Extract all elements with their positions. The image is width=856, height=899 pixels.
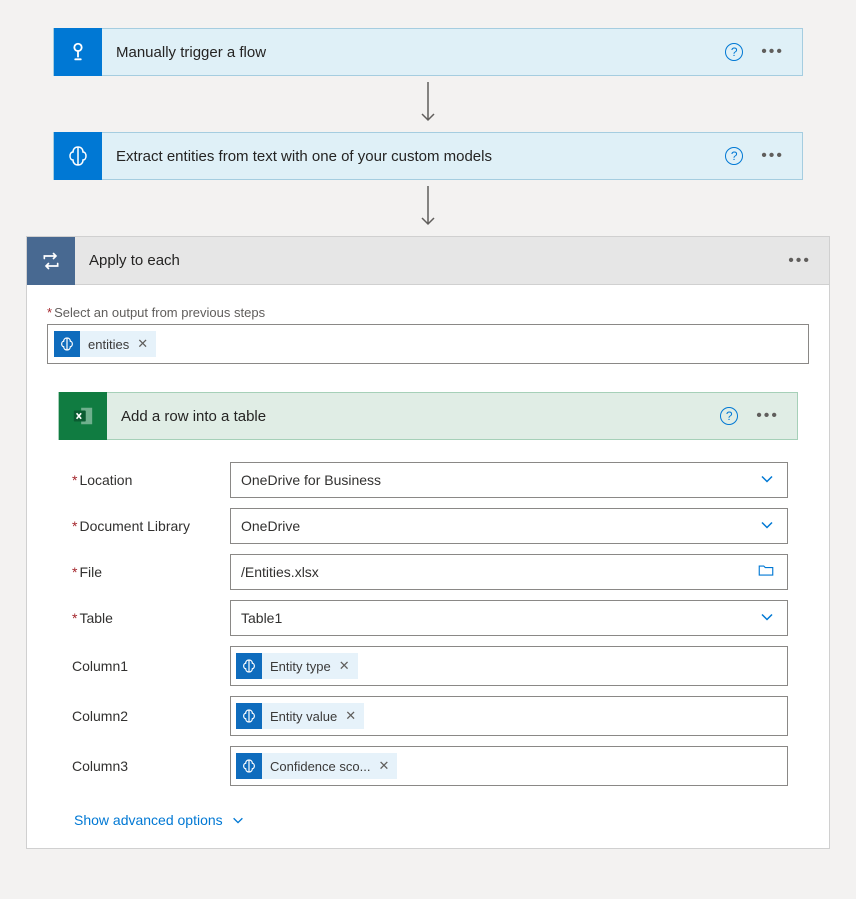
connector-arrow bbox=[416, 80, 440, 128]
table-select[interactable]: Table1 bbox=[230, 600, 788, 636]
column1-label: Column1 bbox=[68, 658, 230, 674]
column3-label: Column3 bbox=[68, 758, 230, 774]
add-row-title: Add a row into a table bbox=[107, 408, 720, 425]
extract-entities-title: Extract entities from text with one of y… bbox=[102, 148, 725, 165]
column1-input[interactable]: Entity type ✕ bbox=[230, 646, 788, 686]
column2-label: Column2 bbox=[68, 708, 230, 724]
more-menu[interactable]: ••• bbox=[788, 253, 811, 269]
chevron-down-icon bbox=[759, 517, 775, 536]
file-picker[interactable]: /Entities.xlsx bbox=[230, 554, 788, 590]
help-icon[interactable]: ? bbox=[720, 407, 738, 425]
file-label: *File bbox=[68, 564, 230, 580]
column2-input[interactable]: Entity value ✕ bbox=[230, 696, 788, 736]
select-output-label: *Select an output from previous steps bbox=[47, 305, 809, 320]
ai-token-icon bbox=[236, 703, 262, 729]
entity-type-token[interactable]: Entity type ✕ bbox=[236, 653, 358, 679]
token-label: Entity type bbox=[270, 659, 331, 674]
help-icon[interactable]: ? bbox=[725, 147, 743, 165]
connector-arrow bbox=[416, 184, 440, 232]
token-label: Confidence sco... bbox=[270, 759, 370, 774]
chevron-down-icon bbox=[231, 813, 245, 827]
ai-token-icon bbox=[236, 753, 262, 779]
remove-token-icon[interactable]: ✕ bbox=[345, 708, 356, 724]
more-menu[interactable]: ••• bbox=[756, 408, 779, 424]
apply-to-each-container: Apply to each ••• *Select an output from… bbox=[26, 236, 830, 849]
trigger-title: Manually trigger a flow bbox=[102, 44, 725, 61]
column3-input[interactable]: Confidence sco... ✕ bbox=[230, 746, 788, 786]
token-label: Entity value bbox=[270, 709, 337, 724]
folder-icon[interactable] bbox=[757, 562, 775, 583]
chevron-down-icon bbox=[759, 609, 775, 628]
apply-to-each-title: Apply to each bbox=[75, 252, 788, 269]
ai-token-icon bbox=[54, 331, 80, 357]
entities-token[interactable]: entities ✕ bbox=[54, 331, 156, 357]
loop-icon bbox=[27, 237, 75, 285]
location-select[interactable]: OneDrive for Business bbox=[230, 462, 788, 498]
add-row-card[interactable]: Add a row into a table ? ••• bbox=[58, 392, 798, 440]
show-advanced-options[interactable]: Show advanced options bbox=[74, 812, 245, 828]
select-output-input[interactable]: entities ✕ bbox=[47, 324, 809, 364]
more-menu[interactable]: ••• bbox=[761, 148, 784, 164]
add-row-form: *Location OneDrive for Business *Documen… bbox=[58, 440, 798, 848]
token-label: entities bbox=[88, 337, 129, 352]
extract-entities-card[interactable]: Extract entities from text with one of y… bbox=[53, 132, 803, 180]
help-icon[interactable]: ? bbox=[725, 43, 743, 61]
doclib-select[interactable]: OneDrive bbox=[230, 508, 788, 544]
trigger-icon bbox=[54, 28, 102, 76]
ai-builder-icon bbox=[54, 132, 102, 180]
remove-token-icon[interactable]: ✕ bbox=[339, 658, 350, 674]
confidence-score-token[interactable]: Confidence sco... ✕ bbox=[236, 753, 397, 779]
location-label: *Location bbox=[68, 472, 230, 488]
entity-value-token[interactable]: Entity value ✕ bbox=[236, 703, 364, 729]
remove-token-icon[interactable]: ✕ bbox=[137, 336, 148, 352]
trigger-card[interactable]: Manually trigger a flow ? ••• bbox=[53, 28, 803, 76]
table-label: *Table bbox=[68, 610, 230, 626]
apply-to-each-header[interactable]: Apply to each ••• bbox=[27, 237, 829, 285]
remove-token-icon[interactable]: ✕ bbox=[378, 758, 389, 774]
excel-icon bbox=[59, 392, 107, 440]
ai-token-icon bbox=[236, 653, 262, 679]
doclib-label: *Document Library bbox=[68, 518, 230, 534]
chevron-down-icon bbox=[759, 471, 775, 490]
more-menu[interactable]: ••• bbox=[761, 44, 784, 60]
